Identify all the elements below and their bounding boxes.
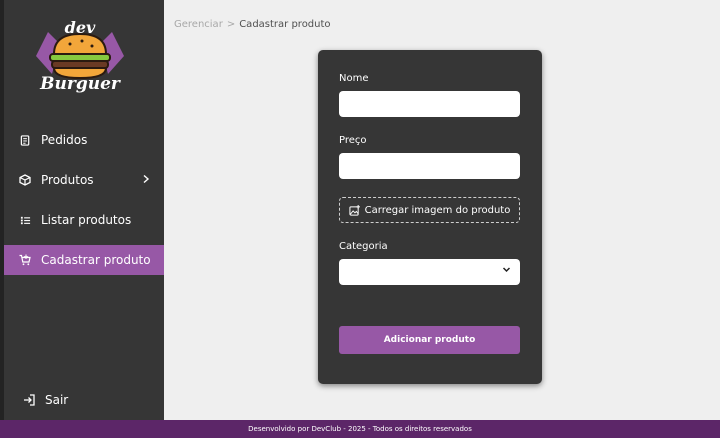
footer-text: Desenvolvido por DevClub - 2025 - Todos … (248, 425, 472, 433)
sidebar-item-cadastrar-produto[interactable]: Cadastrar produto (4, 245, 164, 275)
breadcrumb-current: Cadastrar produto (239, 19, 331, 30)
box-icon (19, 174, 31, 186)
category-select[interactable] (339, 259, 520, 285)
sidebar-item-label: Cadastrar produto (41, 253, 151, 267)
sidebar-item-pedidos[interactable]: Pedidos (4, 125, 164, 155)
sign-out-icon (23, 394, 35, 406)
price-label: Preço (339, 135, 367, 146)
chevron-down-icon (502, 264, 511, 277)
logout-button[interactable]: Sair (4, 386, 164, 414)
sidebar-item-produtos[interactable]: Produtos (4, 165, 164, 195)
upload-label: Carregar imagem do produto (364, 204, 511, 216)
receipt-icon (19, 134, 31, 146)
sidebar-item-label: Produtos (41, 173, 94, 187)
sidebar-item-label: Pedidos (41, 133, 88, 147)
list-icon (19, 214, 31, 226)
logout-label: Sair (45, 393, 69, 407)
product-form: Nome Preço Carregar imagem do produto Ca… (318, 50, 542, 384)
add-product-button[interactable]: Adicionar produto (339, 326, 520, 354)
cart-plus-icon (19, 254, 31, 266)
category-label: Categoria (339, 241, 388, 252)
sidebar: dev Burguer Pedidos Produtos Listar prod… (4, 0, 164, 420)
logo-text-dev: dev (64, 18, 96, 37)
name-input[interactable] (339, 91, 520, 117)
logo-text-burguer: Burguer (40, 74, 120, 94)
price-input[interactable] (339, 153, 520, 179)
breadcrumb-parent[interactable]: Gerenciar (174, 19, 223, 30)
footer: Desenvolvido por DevClub - 2025 - Todos … (0, 420, 720, 438)
sidebar-item-listar-produtos[interactable]: Listar produtos (4, 205, 164, 235)
breadcrumb: Gerenciar > Cadastrar produto (174, 19, 331, 30)
sidebar-item-label: Listar produtos (41, 213, 132, 227)
breadcrumb-separator: > (226, 19, 236, 30)
dev-burguer-logo: dev Burguer (30, 14, 130, 100)
upload-image-button[interactable]: Carregar imagem do produto (339, 197, 520, 223)
name-label: Nome (339, 73, 369, 84)
chevron-right-icon[interactable] (142, 173, 150, 187)
image-add-icon (349, 204, 360, 216)
